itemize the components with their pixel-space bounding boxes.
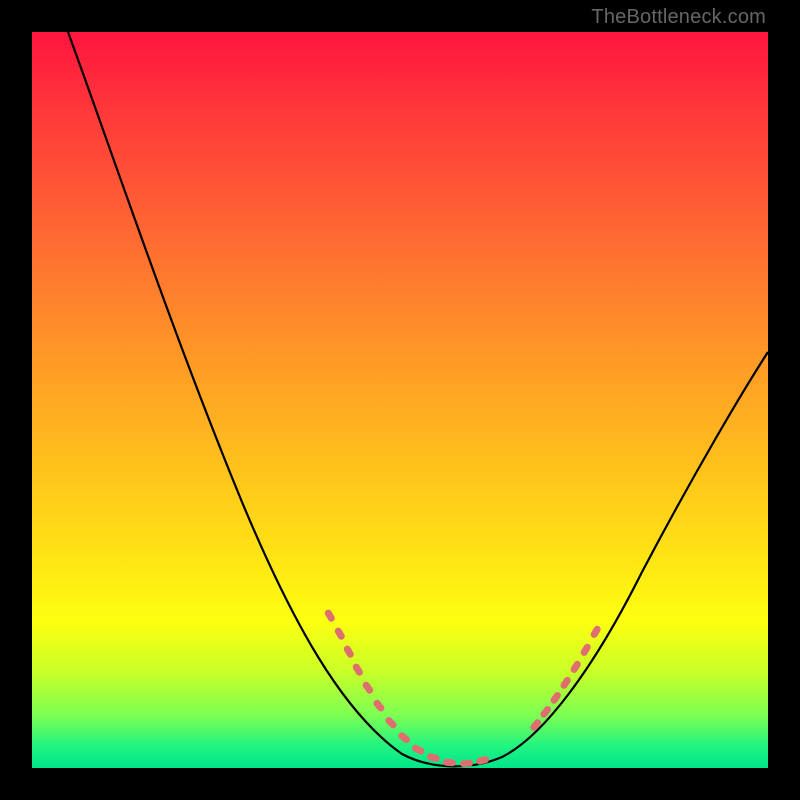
chart-frame: TheBottleneck.com — [0, 0, 800, 800]
chart-svg — [32, 32, 768, 768]
watermark-text: TheBottleneck.com — [591, 6, 766, 29]
data-point-cluster-left — [324, 608, 490, 767]
data-point-cluster-right — [529, 624, 602, 732]
plot-area — [32, 32, 768, 768]
bottleneck-curve — [68, 32, 768, 766]
